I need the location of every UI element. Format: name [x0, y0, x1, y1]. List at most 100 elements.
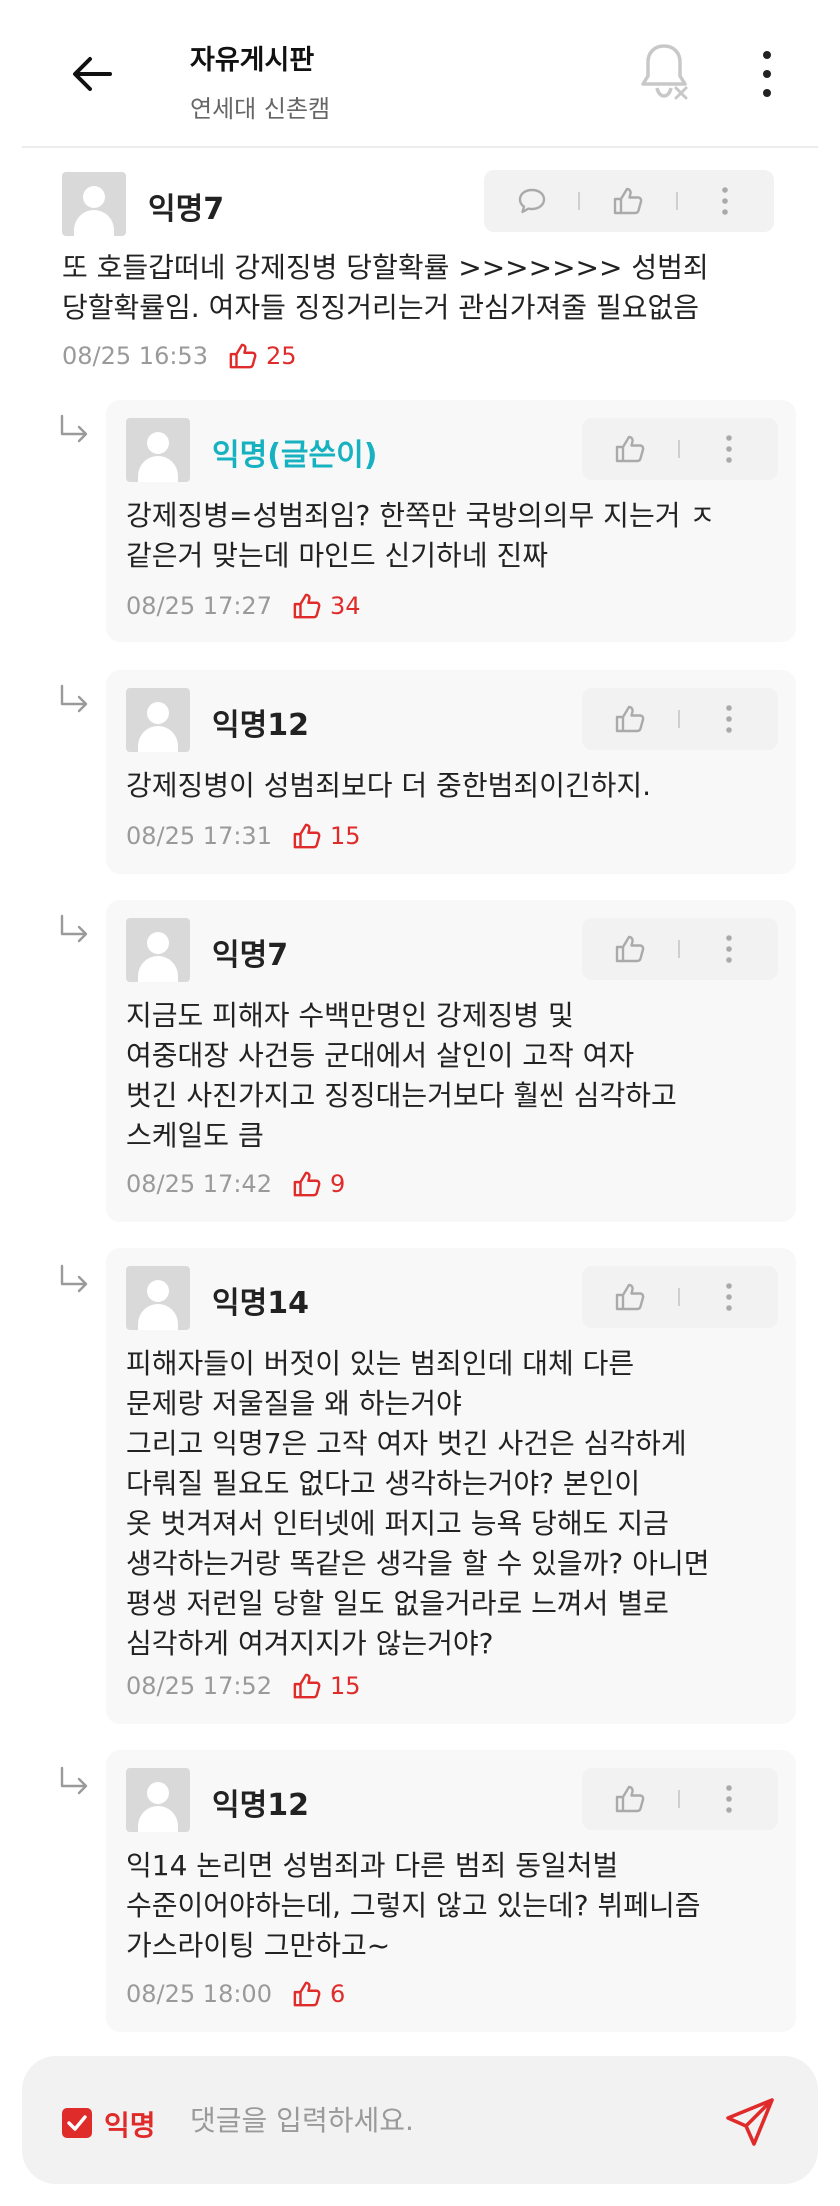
- thumbs-up-icon: [615, 1283, 645, 1311]
- comment-time: 08/25 17:42: [126, 1170, 272, 1198]
- reply-card: 익명7 지금도 피해자 수백만명인 강제징병 및 여중대장 사건등 군대에서 살…: [106, 900, 796, 1222]
- comment-nickname: 익명(글쓴이): [212, 438, 378, 473]
- comment-text: 익14 논리면 성범죄과 다른 범죄 동일처벌 수준이어야하는데, 그렇지 않고…: [126, 1849, 701, 1962]
- comment-time: 08/25 17:52: [126, 1672, 272, 1700]
- comment-actions: [582, 688, 778, 750]
- reply-arrow-icon: [60, 914, 88, 943]
- like-count-value: 15: [329, 822, 361, 850]
- thumbs-up-icon: [613, 187, 643, 215]
- reply-button[interactable]: [484, 170, 580, 232]
- more-vertical-icon: [726, 935, 732, 963]
- like-button[interactable]: [582, 688, 678, 750]
- more-vertical-icon: [722, 187, 728, 215]
- like-button[interactable]: [582, 1768, 678, 1830]
- comment-input-bar: 익명: [22, 2056, 818, 2184]
- comment-more-button[interactable]: [680, 688, 778, 750]
- reply-card: 익명12 강제징병이 성범죄보다 더 중한범죄이긴하지. 08/25 17:31…: [106, 670, 796, 874]
- reply-arrow-icon: [60, 414, 88, 443]
- comment-text: 또 호들갑떠네 강제징병 당할확률 >>>>>>> 성범죄 당할확률임. 여자들…: [62, 251, 709, 324]
- comment-actions: [582, 918, 778, 980]
- comment-actions: [582, 1266, 778, 1328]
- like-count: 9: [292, 1170, 345, 1198]
- comment-meta: 08/25 17:42 9: [126, 1170, 345, 1198]
- thumbs-up-icon: [293, 823, 321, 849]
- like-count: 15: [292, 1672, 361, 1700]
- comment-text: 강제징병이 성범죄보다 더 중한범죄이긴하지.: [126, 769, 652, 802]
- avatar: [126, 918, 190, 982]
- header-bar: 자유게시판 연세대 신촌캠: [0, 0, 840, 148]
- thumbs-up-icon: [293, 1673, 321, 1699]
- comment-nickname: 익명7: [212, 938, 289, 973]
- like-count: 34: [292, 592, 361, 620]
- comment-meta: 08/25 16:53 25: [62, 342, 297, 370]
- avatar: [126, 418, 190, 482]
- back-arrow-icon[interactable]: [66, 46, 122, 102]
- thumbs-up-icon: [229, 343, 257, 369]
- like-count-value: 9: [329, 1170, 346, 1198]
- bell-off-icon[interactable]: [636, 40, 692, 102]
- board-title: 자유게시판: [190, 45, 315, 76]
- reply-arrow-icon: [60, 684, 88, 713]
- comment-time: 08/25 17:27: [126, 592, 272, 620]
- reply-card: 익명14 피해자들이 버젓이 있는 범죄인데 대체 다른 문제랑 저울질을 왜 …: [106, 1248, 796, 1724]
- comment-icon: [518, 188, 546, 214]
- like-count-value: 15: [329, 1672, 361, 1700]
- like-count-value: 25: [265, 342, 297, 370]
- comment-input[interactable]: [190, 2088, 710, 2152]
- comment-time: 08/25 17:31: [126, 822, 272, 850]
- more-vertical-icon: [726, 1283, 732, 1311]
- comment-more-button[interactable]: [676, 170, 774, 232]
- more-vertical-icon[interactable]: [752, 48, 782, 100]
- comment-nickname: 익명14: [212, 1286, 309, 1321]
- board-title-group: 자유게시판 연세대 신촌캠: [190, 38, 330, 124]
- comment-time: 08/25 16:53: [62, 342, 208, 370]
- avatar: [126, 1266, 190, 1330]
- board-subtitle: 연세대 신촌캠: [190, 95, 331, 123]
- avatar: [126, 688, 190, 752]
- thumbs-up-icon: [293, 593, 321, 619]
- thumbs-up-icon: [293, 1981, 321, 2007]
- comment-more-button[interactable]: [680, 918, 778, 980]
- thumbs-up-icon: [615, 705, 645, 733]
- comment-nickname: 익명12: [212, 1788, 309, 1823]
- comment-more-button[interactable]: [680, 418, 778, 480]
- comment-text: 피해자들이 버젓이 있는 범죄인데 대체 다른 문제랑 저울질을 왜 하는거야 …: [126, 1347, 710, 1660]
- thumbs-up-icon: [293, 1171, 321, 1197]
- comment-meta: 08/25 17:27 34: [126, 592, 361, 620]
- comment-actions: [484, 170, 774, 232]
- comment-time: 08/25 18:00: [126, 1980, 272, 2008]
- like-button[interactable]: [580, 170, 676, 232]
- like-button[interactable]: [582, 1266, 678, 1328]
- comment-more-button[interactable]: [680, 1266, 778, 1328]
- like-count-value: 34: [329, 592, 361, 620]
- like-count: 6: [292, 1980, 345, 2008]
- anonymous-label[interactable]: 익명: [104, 2104, 156, 2144]
- thumbs-up-icon: [615, 935, 645, 963]
- comment-nickname: 익명12: [212, 708, 309, 743]
- more-vertical-icon: [726, 705, 732, 733]
- like-count: 15: [292, 822, 361, 850]
- comment-text: 강제징병=성범죄임? 한쪽만 국방의의무 지는거 ㅈ 같은거 맞는데 마인드 신…: [126, 499, 716, 572]
- comment-actions: [582, 1768, 778, 1830]
- anonymous-checkbox[interactable]: [62, 2108, 92, 2138]
- check-icon: [67, 2115, 87, 2131]
- comment-item: 익명7 또 호들갑떠네 강제징병 당할확률 >>>>>>> 성범죄 당할확률임.…: [0, 148, 840, 388]
- more-vertical-icon: [726, 435, 732, 463]
- like-button[interactable]: [582, 918, 678, 980]
- comment-nickname: 익명7: [148, 192, 225, 227]
- more-vertical-icon: [726, 1785, 732, 1813]
- comment-meta: 08/25 18:00 6: [126, 1980, 345, 2008]
- thumbs-up-icon: [615, 435, 645, 463]
- reply-card: 익명12 익14 논리면 성범죄과 다른 범죄 동일처벌 수준이어야하는데, 그…: [106, 1750, 796, 2032]
- thumbs-up-icon: [615, 1785, 645, 1813]
- comment-meta: 08/25 17:52 15: [126, 1672, 361, 1700]
- like-button[interactable]: [582, 418, 678, 480]
- comment-more-button[interactable]: [680, 1768, 778, 1830]
- avatar: [62, 172, 126, 236]
- comment-actions: [582, 418, 778, 480]
- avatar: [126, 1768, 190, 1832]
- send-icon[interactable]: [722, 2094, 778, 2150]
- like-count: 25: [228, 342, 297, 370]
- comment-meta: 08/25 17:31 15: [126, 822, 361, 850]
- reply-arrow-icon: [60, 1264, 88, 1293]
